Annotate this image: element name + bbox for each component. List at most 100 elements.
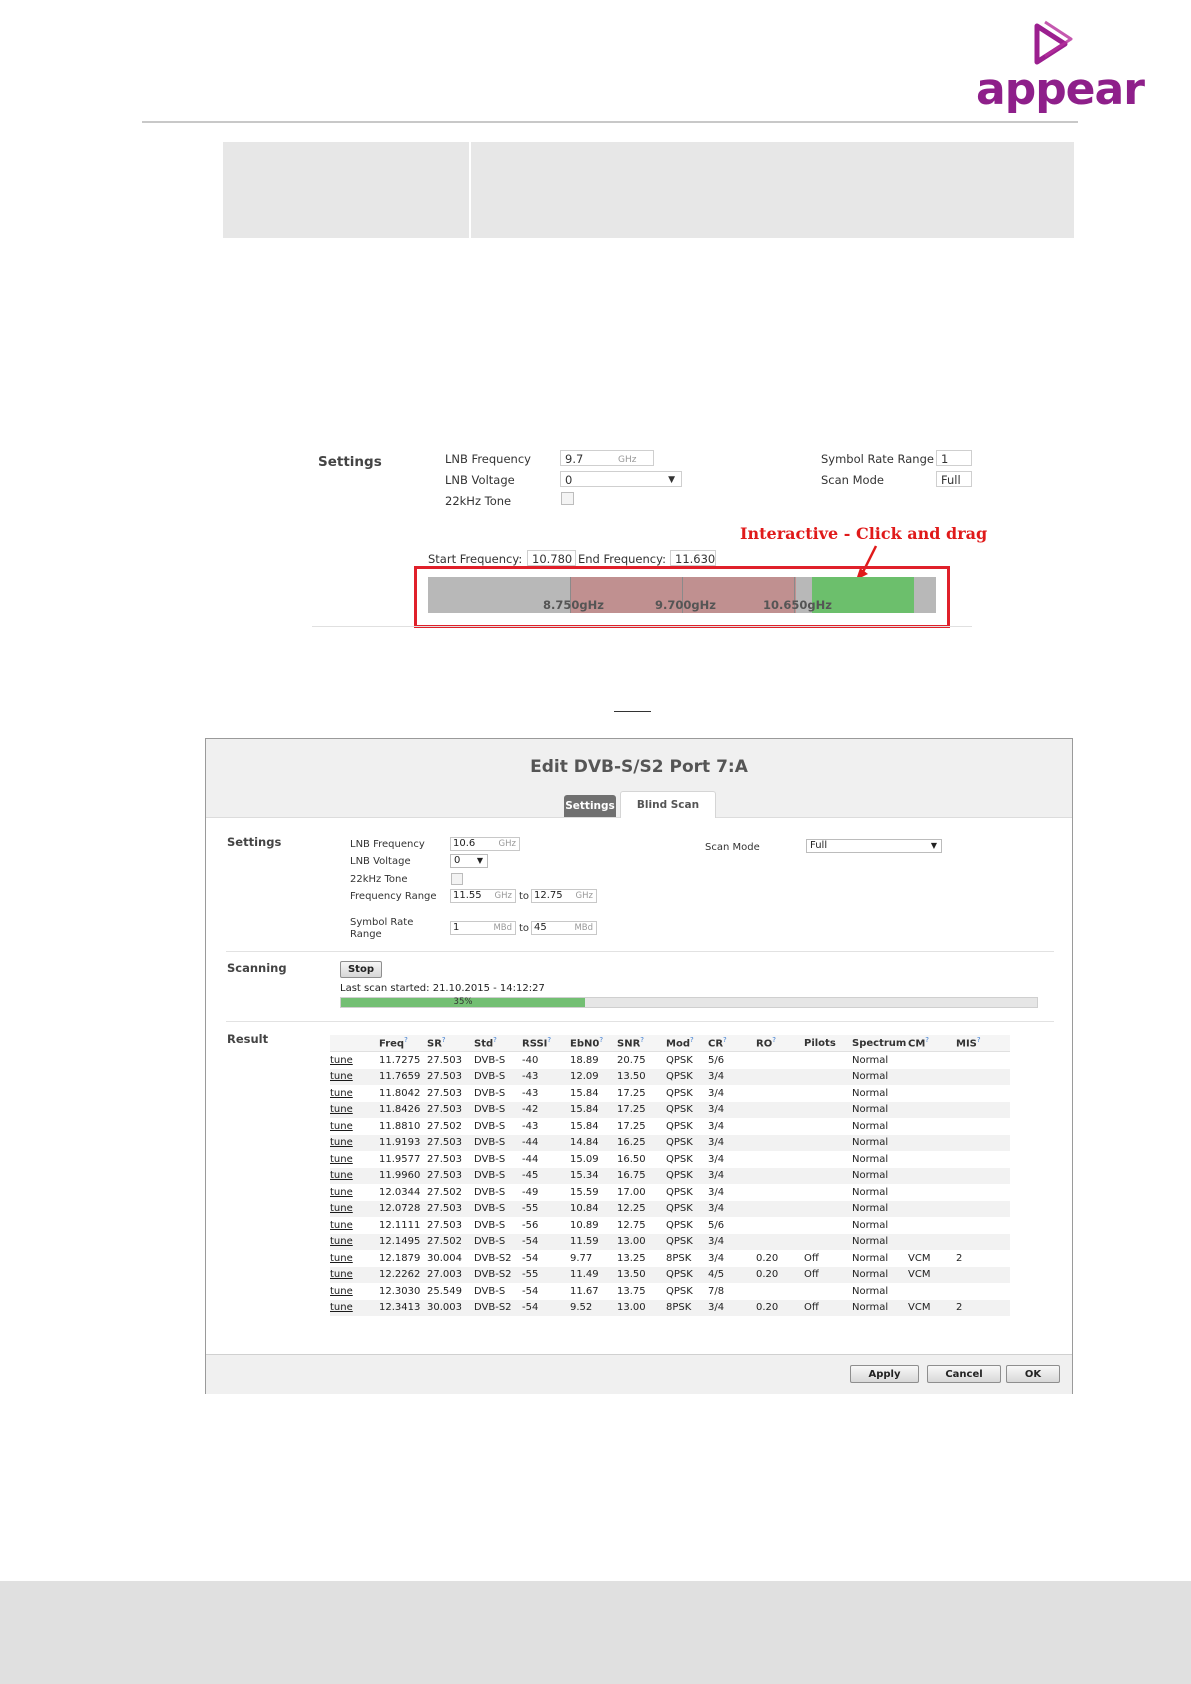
- table-cell: 15.84: [570, 1118, 617, 1135]
- tune-link[interactable]: tune: [330, 1286, 353, 1297]
- tune-link[interactable]: tune: [330, 1220, 353, 1231]
- ok-button[interactable]: OK: [1006, 1365, 1060, 1383]
- column-header[interactable]: Std?: [474, 1035, 522, 1052]
- table-cell: [756, 1167, 804, 1184]
- frequency-to-input[interactable]: 12.75 GHz: [531, 889, 597, 903]
- mbd-unit: MBd: [574, 923, 593, 933]
- column-header[interactable]: SR?: [427, 1035, 474, 1052]
- column-header[interactable]: CM?: [908, 1035, 956, 1052]
- help-icon[interactable]: ?: [404, 1036, 408, 1044]
- column-header[interactable]: Pilots: [804, 1035, 852, 1052]
- table-row: tune 12.0728 27.503 DVB-S -55 10.84 12.25 QPSK 3…: [330, 1200, 1010, 1217]
- tune-link[interactable]: tune: [330, 1121, 353, 1132]
- table-cell: QPSK: [666, 1118, 708, 1135]
- column-header[interactable]: RSSI?: [522, 1035, 570, 1052]
- help-icon[interactable]: ?: [772, 1036, 776, 1044]
- table-cell: [804, 1134, 852, 1151]
- symbol-rate-input[interactable]: 1: [936, 450, 972, 466]
- table-cell: tune: [330, 1134, 379, 1151]
- help-icon[interactable]: ?: [640, 1036, 644, 1044]
- tune-link[interactable]: tune: [330, 1055, 353, 1066]
- table-cell: 11.7659: [379, 1068, 427, 1085]
- apply-button[interactable]: Apply: [850, 1365, 919, 1383]
- tune-link[interactable]: tune: [330, 1071, 353, 1082]
- tone-checkbox[interactable]: [451, 873, 463, 885]
- tune-link[interactable]: tune: [330, 1154, 353, 1165]
- tune-link[interactable]: tune: [330, 1137, 353, 1148]
- column-header[interactable]: SNR?: [617, 1035, 666, 1052]
- table-cell: 13.50: [617, 1068, 666, 1085]
- table-cell: Normal: [852, 1118, 908, 1135]
- tune-link[interactable]: tune: [330, 1302, 353, 1313]
- tone-checkbox[interactable]: [561, 492, 574, 505]
- column-header[interactable]: Mod?: [666, 1035, 708, 1052]
- lnb-frequency-value: 9.7: [565, 452, 584, 466]
- help-icon[interactable]: ?: [977, 1036, 981, 1044]
- column-header[interactable]: MIS?: [956, 1035, 1010, 1052]
- lnb-frequency-input[interactable]: 10.6 GHz: [450, 837, 520, 851]
- help-icon[interactable]: ?: [599, 1036, 603, 1044]
- table-cell: 13.25: [617, 1250, 666, 1267]
- frequency-range-slider[interactable]: 8.750gHz 9.700gHz 10.650gHz: [428, 577, 936, 613]
- table-cell: -45: [522, 1167, 570, 1184]
- end-frequency-input[interactable]: 11.630: [670, 550, 716, 566]
- column-header[interactable]: CR?: [708, 1035, 756, 1052]
- help-icon[interactable]: ?: [723, 1036, 727, 1044]
- table-cell: 12.0728: [379, 1200, 427, 1217]
- column-header[interactable]: Spectrum: [852, 1035, 908, 1052]
- tab-settings[interactable]: Settings: [564, 795, 616, 817]
- column-header[interactable]: Freq?: [379, 1035, 427, 1052]
- table-cell: 12.1495: [379, 1233, 427, 1250]
- help-icon[interactable]: ?: [925, 1036, 929, 1044]
- lnb-frequency-input[interactable]: 9.7: [560, 450, 654, 466]
- help-icon[interactable]: ?: [442, 1036, 446, 1044]
- table-cell: [908, 1068, 956, 1085]
- help-icon[interactable]: ?: [690, 1036, 694, 1044]
- lnb-voltage-label: LNB Voltage: [445, 473, 515, 487]
- lnb-voltage-select[interactable]: 0 ▼: [560, 471, 682, 487]
- table-cell: QPSK: [666, 1233, 708, 1250]
- tune-link[interactable]: tune: [330, 1170, 353, 1181]
- table-cell: DVB-S2: [474, 1250, 522, 1267]
- tune-link[interactable]: tune: [330, 1203, 353, 1214]
- lnb-voltage-select[interactable]: 0 ▼: [450, 854, 488, 868]
- table-cell: 27.502: [427, 1233, 474, 1250]
- table-cell: tune: [330, 1184, 379, 1201]
- brand-wordmark: appear: [976, 64, 1145, 115]
- frequency-from-input[interactable]: 11.55 GHz: [450, 889, 516, 903]
- tune-link[interactable]: tune: [330, 1088, 353, 1099]
- tune-link[interactable]: tune: [330, 1253, 353, 1264]
- help-icon[interactable]: ?: [493, 1036, 497, 1044]
- tune-link[interactable]: tune: [330, 1236, 353, 1247]
- tune-link[interactable]: tune: [330, 1187, 353, 1198]
- tab-blind-scan[interactable]: Blind Scan: [620, 791, 716, 818]
- table-cell: 25.549: [427, 1283, 474, 1300]
- cancel-button[interactable]: Cancel: [927, 1365, 1001, 1383]
- table-cell: [956, 1266, 1010, 1283]
- table-cell: 3/4: [708, 1167, 756, 1184]
- table-cell: 27.003: [427, 1266, 474, 1283]
- lnb-frequency-label: LNB Frequency: [445, 452, 531, 466]
- scan-mode-select[interactable]: Full ▼: [806, 839, 942, 853]
- column-header[interactable]: EbN0?: [570, 1035, 617, 1052]
- result-section-title: Result: [227, 1032, 269, 1046]
- table-cell: 3/4: [708, 1068, 756, 1085]
- stop-button[interactable]: Stop: [340, 961, 382, 978]
- help-icon[interactable]: ?: [547, 1036, 551, 1044]
- tune-link[interactable]: tune: [330, 1269, 353, 1280]
- symbol-rate-to-input[interactable]: 45 MBd: [531, 921, 597, 935]
- scanning-section-title: Scanning: [227, 961, 287, 975]
- column-header[interactable]: RO?: [756, 1035, 804, 1052]
- table-cell: 7/8: [708, 1283, 756, 1300]
- table-cell: DVB-S: [474, 1217, 522, 1234]
- to-label: to: [519, 891, 530, 902]
- scan-mode-select[interactable]: Full: [936, 471, 972, 487]
- start-frequency-input[interactable]: 10.780: [527, 550, 576, 566]
- table-cell: -44: [522, 1151, 570, 1168]
- table-cell: 27.503: [427, 1134, 474, 1151]
- symbol-rate-from-input[interactable]: 1 MBd: [450, 921, 516, 935]
- table-cell: tune: [330, 1167, 379, 1184]
- table-cell: 12.09: [570, 1068, 617, 1085]
- tune-link[interactable]: tune: [330, 1104, 353, 1115]
- table-cell: Off: [804, 1266, 852, 1283]
